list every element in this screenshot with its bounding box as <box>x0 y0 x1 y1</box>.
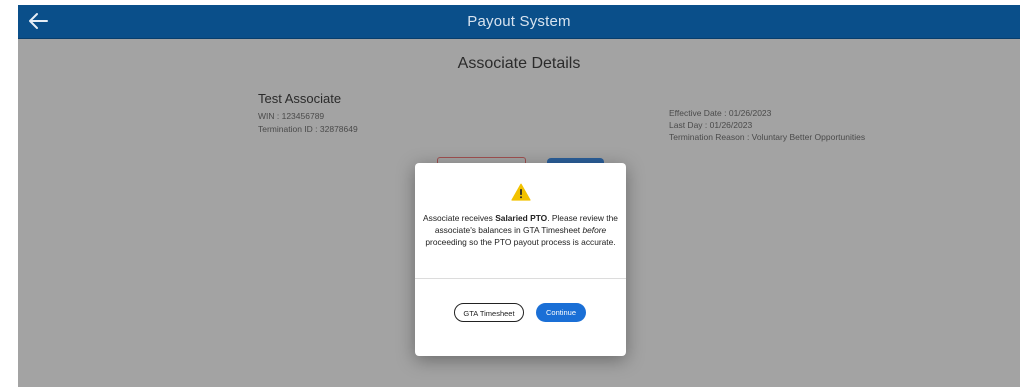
app-frame: Payout System Associate Details Test Ass… <box>18 5 1020 387</box>
effective-date: Effective Date : 01/26/2023 <box>669 108 772 118</box>
termination-id: Termination ID : 32878649 <box>258 124 358 134</box>
continue-button[interactable]: Continue <box>536 303 586 322</box>
pto-warning-modal: Associate receives Salaried PTO. Please … <box>415 163 626 356</box>
gta-timesheet-button[interactable]: GTA Timesheet <box>454 303 524 322</box>
message-prefix: Associate receives <box>423 213 496 223</box>
message-italic: before <box>582 225 607 235</box>
associate-name: Test Associate <box>258 91 342 106</box>
app-title: Payout System <box>467 13 571 30</box>
message-bold: Salaried PTO <box>495 213 548 223</box>
message-suffix: proceeding so the PTO payout process is … <box>425 237 616 247</box>
termination-info: Effective Date : 01/26/2023 Last Day : 0… <box>669 107 865 143</box>
modal-divider <box>415 278 626 279</box>
page-title: Associate Details <box>457 55 581 72</box>
top-bar: Payout System <box>18 5 1020 39</box>
associate-info: Test Associate WIN : 123456789 Terminati… <box>258 91 358 136</box>
warning-icon <box>511 183 531 201</box>
associate-win: WIN : 123456789 <box>258 111 325 121</box>
last-day: Last Day : 01/26/2023 <box>669 120 753 130</box>
modal-message: Associate receives Salaried PTO. Please … <box>423 212 618 248</box>
termination-reason: Termination Reason : Voluntary Better Op… <box>669 132 866 142</box>
